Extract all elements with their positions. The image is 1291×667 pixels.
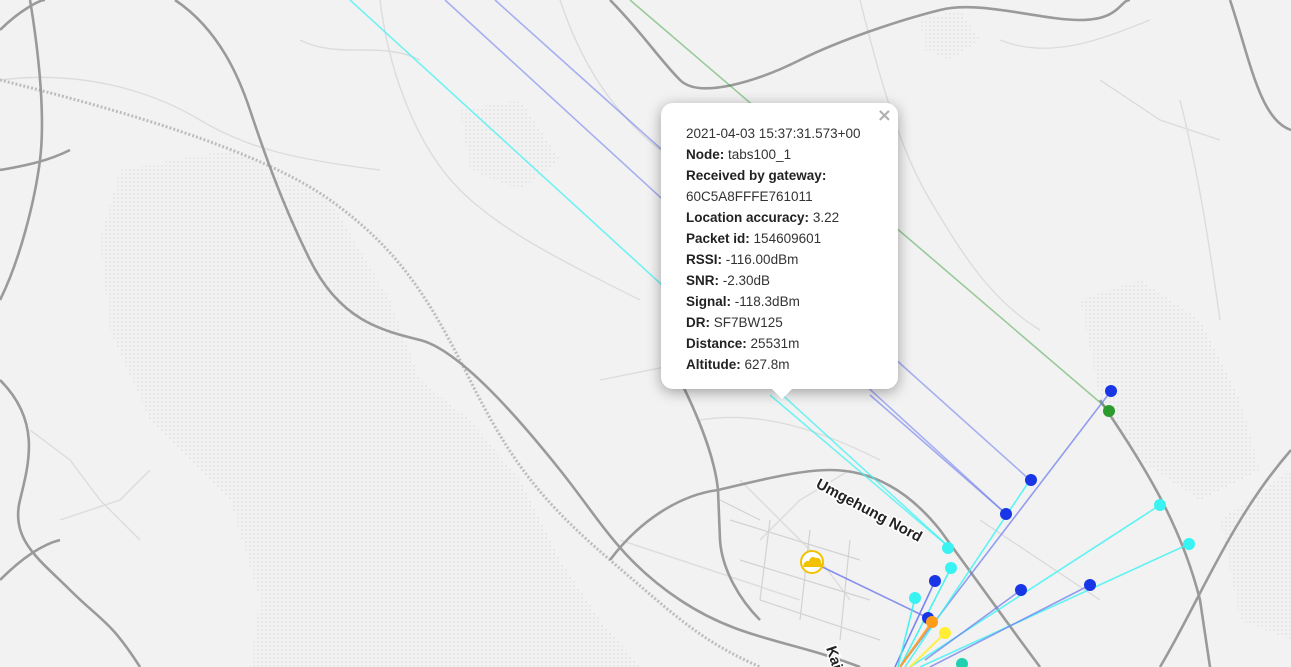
popup-field-row: Node: tabs100_1 (686, 144, 878, 165)
gateway-dot (1025, 474, 1037, 486)
popup-field-value: -116.00dBm (725, 252, 799, 267)
popup-field-row: DR: SF7BW125 (686, 312, 878, 333)
gateway-dot (909, 592, 921, 604)
popup-field-value: 627.8m (744, 357, 790, 372)
popup-field-value: 154609601 (753, 231, 822, 246)
gateway-dot (945, 562, 957, 574)
popup-timestamp: 2021-04-03 15:37:31.573+00 (686, 126, 861, 141)
gateway-dot (1000, 508, 1012, 520)
popup-field-value: 3.22 (812, 210, 840, 225)
popup-field-label: Location accuracy: (686, 210, 810, 225)
popup-field-row: Altitude: 627.8m (686, 354, 878, 375)
popup-field-value: -2.30dB (722, 273, 771, 288)
popup-field-value: tabs100_1 (728, 147, 792, 162)
popup-field-value: 25531m (750, 336, 800, 351)
gateway-dot (939, 627, 951, 639)
popup-field-row: RSSI: -116.00dBm (686, 249, 878, 270)
popup-field-label: RSSI: (686, 252, 723, 267)
gateway-dot (1154, 499, 1166, 511)
popup-fields: Node: tabs100_1 Received by gateway: 60C5A… (686, 144, 878, 375)
gateway-dot (1015, 584, 1027, 596)
popup-field-label: Distance: (686, 336, 747, 351)
popup-field-row: Signal: -118.3dBm (686, 291, 878, 312)
popup-field-row: Received by gateway: (686, 165, 878, 186)
popup-field-label: Node: (686, 147, 725, 162)
cloud-marker-icon[interactable] (800, 550, 824, 574)
popup-field-value: 60C5A8FFFE761011 (686, 189, 813, 204)
popup-field-value: -118.3dBm (734, 294, 800, 309)
gateway-dot (1183, 538, 1195, 550)
popup-field-label: Altitude: (686, 357, 741, 372)
gateway-dot (1084, 579, 1096, 591)
gateway-dot (1105, 385, 1117, 397)
popup-field-label: Packet id: (686, 231, 750, 246)
popup-field-row: 60C5A8FFFE761011 (686, 186, 878, 207)
popup-field-label: DR: (686, 315, 710, 330)
gateway-dot (926, 616, 938, 628)
popup-field-row: SNR: -2.30dB (686, 270, 878, 291)
packet-info-popup: × 2021-04-03 15:37:31.573+00 Node: tabs1… (661, 103, 898, 399)
popup-tip (771, 388, 793, 399)
popup-field-label: Signal: (686, 294, 732, 309)
gateway-dot (942, 542, 954, 554)
popup-field-label: Received by gateway: (686, 168, 827, 183)
map-canvas[interactable]: Umgehung Nord Kais (0, 0, 1291, 667)
gateway-dot (929, 575, 941, 587)
popup-field-label: SNR: (686, 273, 719, 288)
popup-field-row: Location accuracy: 3.22 (686, 207, 878, 228)
gateway-dot (1103, 405, 1115, 417)
popup-field-row: Distance: 25531m (686, 333, 878, 354)
popup-field-row: Packet id: 154609601 (686, 228, 878, 249)
close-icon[interactable]: × (877, 107, 892, 125)
popup-field-value: SF7BW125 (713, 315, 783, 330)
